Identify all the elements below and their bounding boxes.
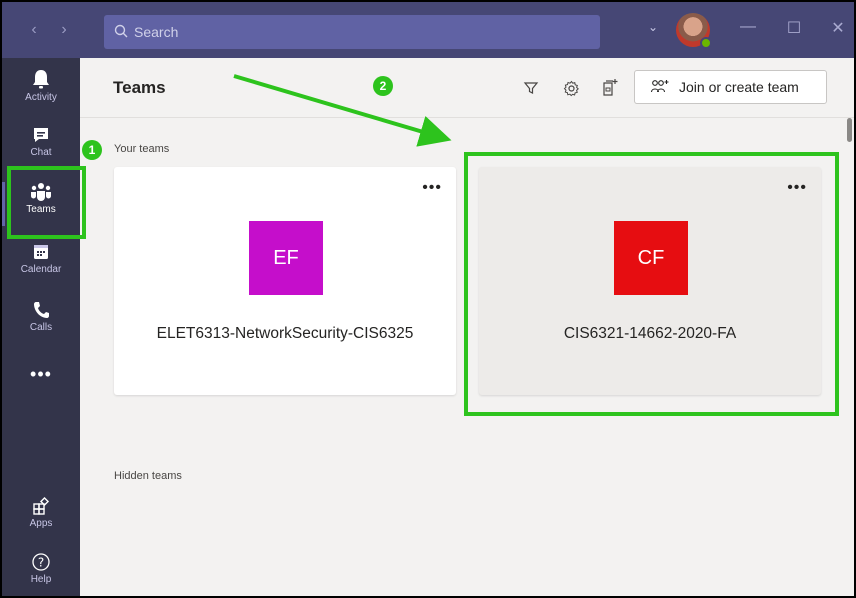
teams-window: ‹ › Search ⌄ — ☐ ✕ Activity Chat Teams C… — [0, 0, 856, 598]
step-badge-1: 1 — [82, 140, 102, 160]
step-badge-2: 2 — [373, 76, 393, 96]
annotation-arrow — [233, 74, 452, 147]
